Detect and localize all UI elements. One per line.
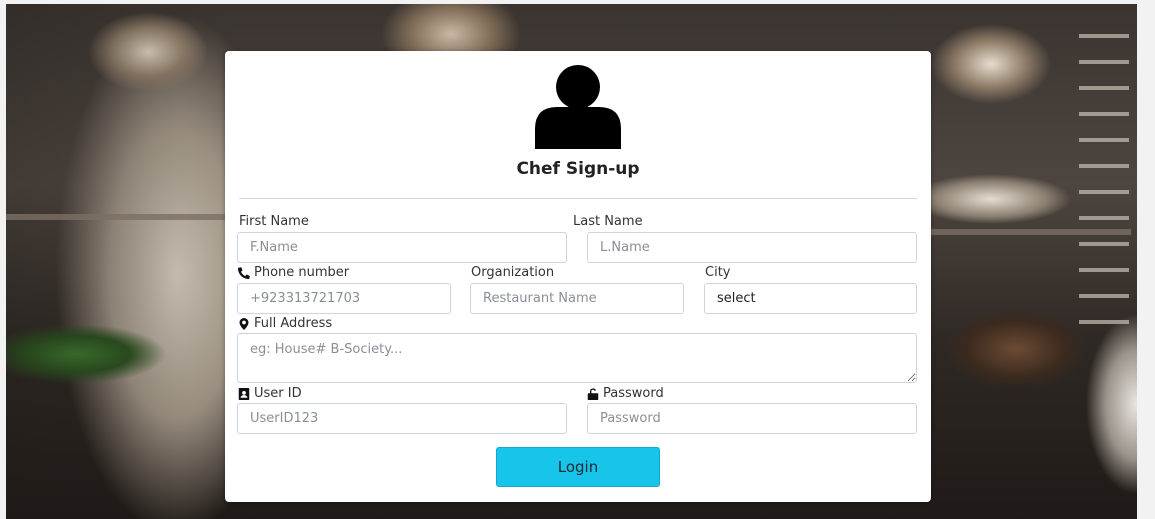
last-name-input[interactable] [587,232,917,263]
background-shelf [6,214,231,220]
city-select[interactable]: select [704,283,917,314]
password-label: Password [587,386,664,401]
user-id-label-text: User ID [254,386,302,401]
first-name-label-text: First Name [239,214,309,229]
user-id-input[interactable] [237,403,567,434]
form-title: Chef Sign-up [516,159,640,179]
address-label: Full Address [238,316,332,331]
phone-icon [238,266,250,279]
organization-input[interactable] [470,283,684,314]
first-name-label: First Name [239,214,309,229]
last-name-label: Last Name [573,214,643,229]
organization-label: Organization [471,265,554,280]
phone-label: Phone number [238,265,349,280]
password-input[interactable] [587,403,917,434]
unlock-icon [587,387,599,400]
first-name-input[interactable] [237,232,567,263]
password-label-text: Password [603,386,664,401]
background-shade [6,4,236,519]
id-card-icon [238,387,250,400]
organization-label-text: Organization [471,265,555,280]
user-avatar-icon [535,65,621,149]
divider [239,198,917,199]
last-name-label-text: Last Name [573,214,643,229]
signup-card: Chef Sign-up First Name Last Name Phone … [225,51,931,502]
address-textarea[interactable] [237,333,917,383]
phone-label-text: Phone number [254,265,350,280]
city-label-text: City [705,265,731,280]
address-label-text: Full Address [254,316,333,331]
city-label: City [705,265,730,280]
map-marker-icon [239,317,249,330]
login-button[interactable]: Login [496,447,660,487]
page: Chef Sign-up First Name Last Name Phone … [0,0,1155,519]
background-rack [1079,34,1129,334]
phone-input[interactable] [237,283,451,314]
user-id-label: User ID [238,386,302,401]
